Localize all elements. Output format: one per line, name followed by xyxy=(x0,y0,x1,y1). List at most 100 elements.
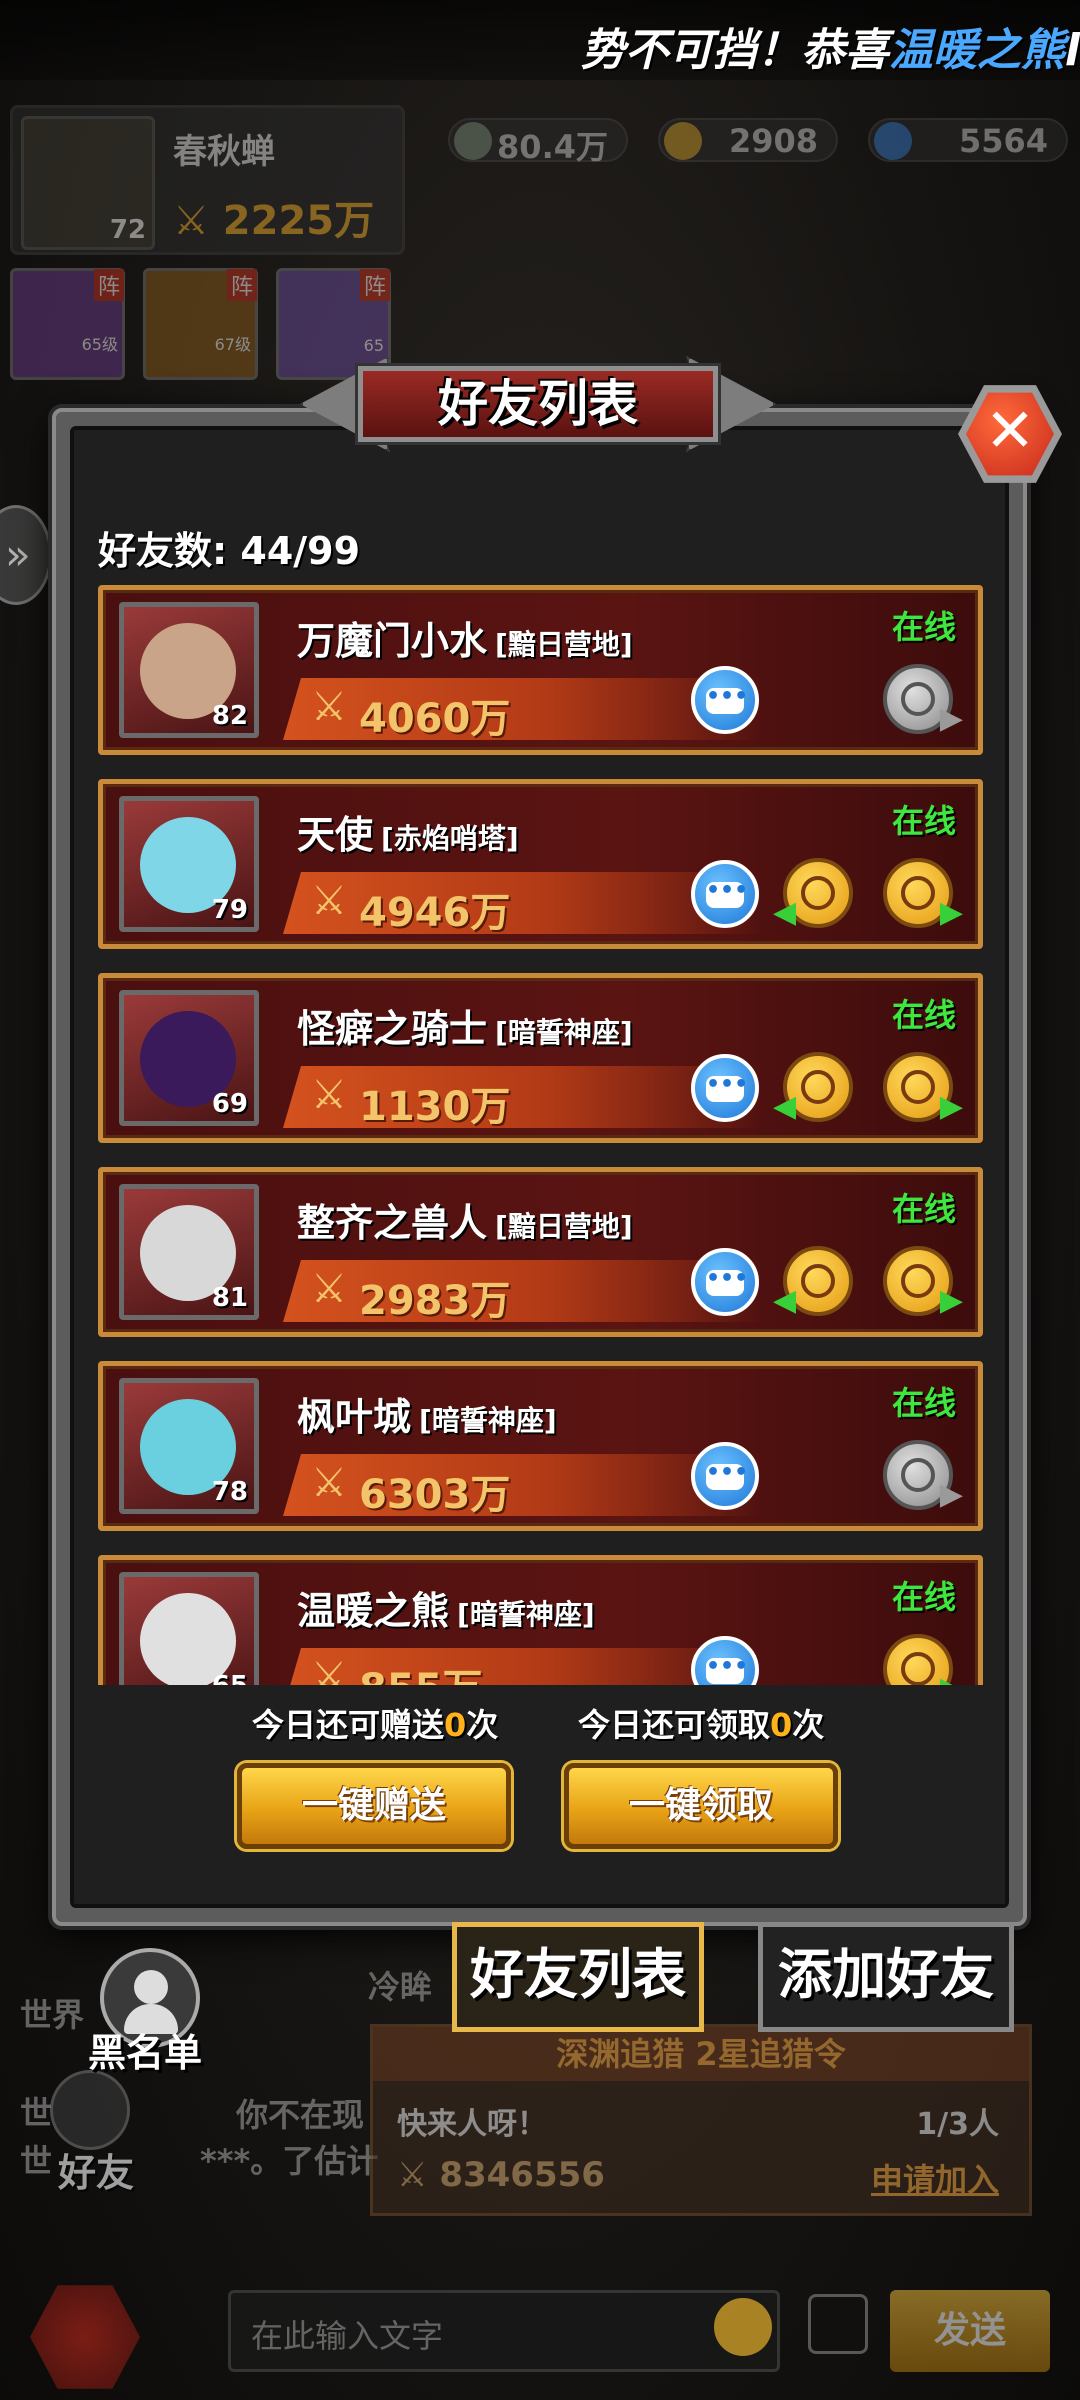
send-gift-button[interactable]: ▶ xyxy=(883,858,963,930)
resource-silver: 80.4万 xyxy=(448,118,628,166)
send-gift-button[interactable]: ▶ xyxy=(883,664,963,736)
friend-avatar[interactable]: 79 xyxy=(119,796,259,932)
online-status: 在线 xyxy=(891,1384,956,1422)
friend-avatar[interactable]: 69 xyxy=(119,990,259,1126)
receive-gift-button[interactable]: ◀ xyxy=(773,1246,853,1318)
online-status: 在线 xyxy=(891,608,956,646)
friend-row[interactable]: 82 万魔门小水 [黯日营地] ⚔ 4060万 在线 ••• ▶ xyxy=(98,585,983,755)
friend-row[interactable]: 65 温暖之熊[暗誓神座] ⚔ 855万 在线 ••• ▶ xyxy=(98,1555,983,1685)
chat-button[interactable]: ••• xyxy=(691,860,759,928)
friend-camp: [黯日营地] xyxy=(495,628,633,661)
gift-coin-icon xyxy=(901,1070,935,1104)
gift-coin-icon xyxy=(801,876,835,910)
send-button[interactable]: 发送 xyxy=(890,2290,1050,2372)
online-status: 在线 xyxy=(891,802,956,840)
team-recruit-panel: 深渊追猎 2星追猎令 快来人呀！ 1/3人 ⚔ 8346556 申请加入 xyxy=(370,2024,1032,2216)
friend-row[interactable]: 79 天使 [赤焰哨塔] ⚔ 4946万 在线 ••• ◀ ▶ xyxy=(98,779,983,949)
tab-friend-list[interactable]: 好友列表 xyxy=(452,1922,704,2032)
friend-count: 好友数: 44/99 xyxy=(98,529,361,573)
tab-add-friend[interactable]: 添加好友 xyxy=(758,1922,1014,2032)
friends-icon xyxy=(50,2070,130,2150)
chat-bubble-icon: ••• xyxy=(706,880,748,908)
chat-button[interactable]: ••• xyxy=(691,1248,759,1316)
friend-row[interactable]: 69 怪癖之骑士 [暗誓神座] ⚔ 1130万 在线 ••• ◀ ▶ xyxy=(98,973,983,1143)
chat-bubble-icon: ••• xyxy=(706,1074,748,1102)
friend-avatar[interactable]: 65 xyxy=(119,1572,259,1685)
friend-level: 78 xyxy=(211,1477,248,1507)
team-count: 1/3人 xyxy=(916,2107,999,2142)
double-chevron-icon: » xyxy=(5,530,31,579)
friend-side-label: 好友 xyxy=(58,2151,135,2195)
chat-line: ***。了估计 xyxy=(200,2142,379,2180)
emoji-icon[interactable] xyxy=(714,2298,772,2356)
formation-card: 阵 67级 xyxy=(143,268,258,380)
close-icon: ✕ xyxy=(984,396,1036,466)
swords-icon: ⚔ xyxy=(311,684,347,730)
player-profile: 72 春秋蝉 ⚔ 2225万 xyxy=(10,105,405,255)
friend-power: ⚔ 4060万 xyxy=(283,678,763,740)
link-icon[interactable] xyxy=(808,2294,868,2354)
friend-avatar[interactable]: 81 xyxy=(119,1184,259,1320)
gift-coin-icon xyxy=(801,1070,835,1104)
chat-button[interactable]: ••• xyxy=(691,1636,759,1685)
gift-coin-icon xyxy=(901,1458,935,1492)
friend-row[interactable]: 81 整齐之兽人 [黯日营地] ⚔ 2983万 在线 ••• ◀ ▶ xyxy=(98,1167,983,1337)
friend-camp: [赤焰哨塔] xyxy=(381,822,519,855)
send-limit: 今日还可赠送0次 xyxy=(252,1706,499,1744)
arrow-right-icon: ▶ xyxy=(939,701,963,736)
chat-button[interactable]: ••• xyxy=(691,666,759,734)
dialog-title: 好友列表 xyxy=(438,375,638,433)
side-expand-button[interactable]: » xyxy=(0,505,52,605)
friend-name: 枫叶城 [暗誓神座] xyxy=(297,1395,557,1439)
receive-gift-button[interactable]: ◀ xyxy=(773,1052,853,1124)
arrow-right-icon: ▶ xyxy=(940,1671,963,1685)
chat-input[interactable]: 在此输入文字 xyxy=(228,2290,780,2372)
friend-power: ⚔ 4946万 xyxy=(283,872,763,934)
chat-tab-label: 冷眸 xyxy=(368,1968,433,2006)
chat-button[interactable]: ••• xyxy=(691,1442,759,1510)
chat-bubble-icon: ••• xyxy=(706,1462,748,1490)
gem-icon xyxy=(874,122,912,160)
arrow-right-icon: ▶ xyxy=(939,1283,963,1318)
online-status: 在线 xyxy=(891,1190,956,1228)
friend-camp: [暗誓神座] xyxy=(495,1016,633,1049)
friend-level: 82 xyxy=(211,701,248,731)
swords-icon: ⚔ xyxy=(311,1654,347,1685)
close-button[interactable]: ✕ xyxy=(958,382,1062,486)
send-gift-button[interactable]: ▶ xyxy=(883,1246,963,1318)
announcement-marquee: 势不可挡！恭喜温暖之熊l xyxy=(0,0,1080,80)
friend-avatar[interactable]: 78 xyxy=(119,1378,259,1514)
receive-limit: 今日还可领取0次 xyxy=(578,1706,825,1744)
friend-power: ⚔ 6303万 xyxy=(283,1454,763,1516)
send-gift-button[interactable]: ▶ xyxy=(883,1440,963,1512)
chat-button[interactable]: ••• xyxy=(691,1054,759,1122)
online-status: 在线 xyxy=(891,996,956,1034)
online-status: 在线 xyxy=(891,1578,956,1616)
player-avatar: 72 xyxy=(21,116,155,250)
gift-coin-icon xyxy=(901,1652,935,1685)
friend-list[interactable]: 82 万魔门小水 [黯日营地] ⚔ 4060万 在线 ••• ▶ 79 天使 [赤焰… xyxy=(98,585,983,1685)
friend-avatar[interactable]: 82 xyxy=(119,602,259,738)
receive-gift-button[interactable]: ◀ xyxy=(773,858,853,930)
chat-bubble-icon: ••• xyxy=(706,1268,748,1296)
team-title: 深渊追猎 2星追猎令 xyxy=(373,2027,1029,2081)
gift-coin-icon xyxy=(801,1264,835,1298)
send-gift-button[interactable]: ▶ xyxy=(883,1634,963,1685)
receive-all-button[interactable]: 一键领取 xyxy=(564,1763,838,1849)
resource-gem: 5564 xyxy=(868,118,1068,162)
send-gift-button[interactable]: ▶ xyxy=(883,1052,963,1124)
team-join-link[interactable]: 申请加入 xyxy=(871,2155,999,2201)
friend-level: 79 xyxy=(211,895,248,925)
friend-row[interactable]: 78 枫叶城 [暗誓神座] ⚔ 6303万 在线 ••• ▶ xyxy=(98,1361,983,1531)
resource-gold: 2908 xyxy=(658,118,838,162)
announcement-text: 势不可挡！恭喜温暖之熊l xyxy=(580,25,1080,76)
arrow-right-icon: ▶ xyxy=(939,895,963,930)
player-name: 春秋蝉 xyxy=(173,132,275,172)
swords-icon: ⚔ xyxy=(311,878,347,924)
player-level: 72 xyxy=(109,215,146,245)
arrow-right-icon: ▶ xyxy=(939,1477,963,1512)
send-all-button[interactable]: 一键赠送 xyxy=(237,1763,511,1849)
friend-camp: [暗誓神座] xyxy=(419,1404,557,1437)
user-icon xyxy=(134,1970,168,2004)
swords-icon: ⚔ xyxy=(311,1460,347,1506)
